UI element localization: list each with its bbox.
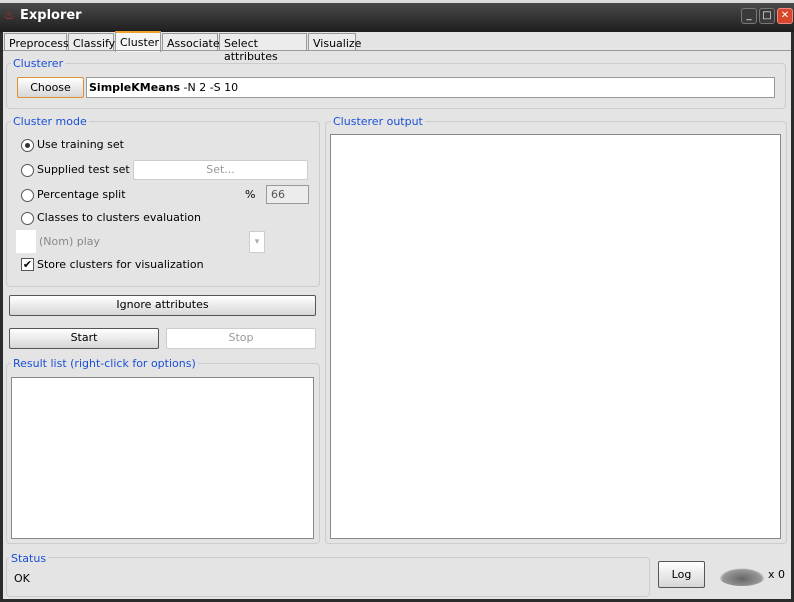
- result-list[interactable]: [11, 377, 314, 539]
- clusterer-label: Clusterer: [11, 57, 66, 70]
- title-bar: [0, 0, 794, 32]
- classes-eval-label: Classes to clusters evaluation: [37, 211, 201, 224]
- java-app-icon: ♨: [4, 8, 15, 22]
- algorithm-name: SimpleKMeans: [89, 81, 180, 94]
- status-text: OK: [14, 572, 30, 585]
- cluster-mode-label: Cluster mode: [11, 115, 89, 128]
- class-select-blank: [16, 230, 36, 253]
- store-clusters-label: Store clusters for visualization: [37, 258, 204, 271]
- close-button[interactable]: ✕: [777, 8, 793, 24]
- tab-associate[interactable]: Associate: [162, 33, 220, 51]
- start-button[interactable]: Start: [9, 328, 159, 349]
- tab-cluster[interactable]: Cluster: [115, 31, 161, 52]
- tab-classify[interactable]: Classify: [68, 33, 115, 51]
- percent-symbol: %: [245, 188, 256, 201]
- algorithm-options: -N 2 -S 10: [183, 81, 239, 94]
- use-training-label: Use training set: [37, 138, 124, 151]
- weka-bird-icon: [719, 568, 765, 586]
- minimize-button[interactable]: _: [741, 8, 757, 24]
- maximize-button[interactable]: □: [759, 8, 775, 24]
- class-attribute-select[interactable]: (Nom) play: [39, 235, 100, 248]
- log-button[interactable]: Log: [658, 561, 705, 588]
- tab-visualize[interactable]: Visualize: [308, 33, 361, 51]
- chevron-down-icon[interactable]: ▾: [249, 231, 265, 253]
- status-group: [6, 557, 650, 597]
- worker-count: x 0: [768, 568, 786, 581]
- choose-button[interactable]: Choose: [17, 77, 84, 98]
- window-title: Explorer: [20, 8, 82, 23]
- percentage-split-label: Percentage split: [37, 188, 126, 201]
- status-label: Status: [9, 552, 49, 565]
- store-clusters-checkbox[interactable]: ✔: [21, 258, 34, 271]
- clusterer-output-label: Clusterer output: [331, 115, 425, 128]
- percentage-split-radio[interactable]: [21, 189, 34, 202]
- percent-input[interactable]: 66: [266, 185, 309, 204]
- tab-preprocess[interactable]: Preprocess: [4, 33, 69, 51]
- use-training-radio[interactable]: [21, 139, 34, 152]
- stop-button[interactable]: Stop: [166, 328, 316, 349]
- ignore-attributes-button[interactable]: Ignore attributes: [9, 295, 316, 316]
- explorer-panel: Preprocess Classify Cluster Associate Se…: [3, 31, 791, 599]
- supplied-test-radio[interactable]: [21, 164, 34, 177]
- supplied-test-label: Supplied test set: [37, 163, 130, 176]
- tab-select-attributes[interactable]: Select attributes: [219, 33, 307, 63]
- clusterer-config-field[interactable]: SimpleKMeans -N 2 -S 10: [86, 77, 775, 98]
- set-button[interactable]: Set...: [133, 160, 308, 180]
- result-list-label: Result list (right-click for options): [11, 357, 198, 370]
- clusterer-output-text[interactable]: [330, 134, 781, 539]
- classes-eval-radio[interactable]: [21, 212, 34, 225]
